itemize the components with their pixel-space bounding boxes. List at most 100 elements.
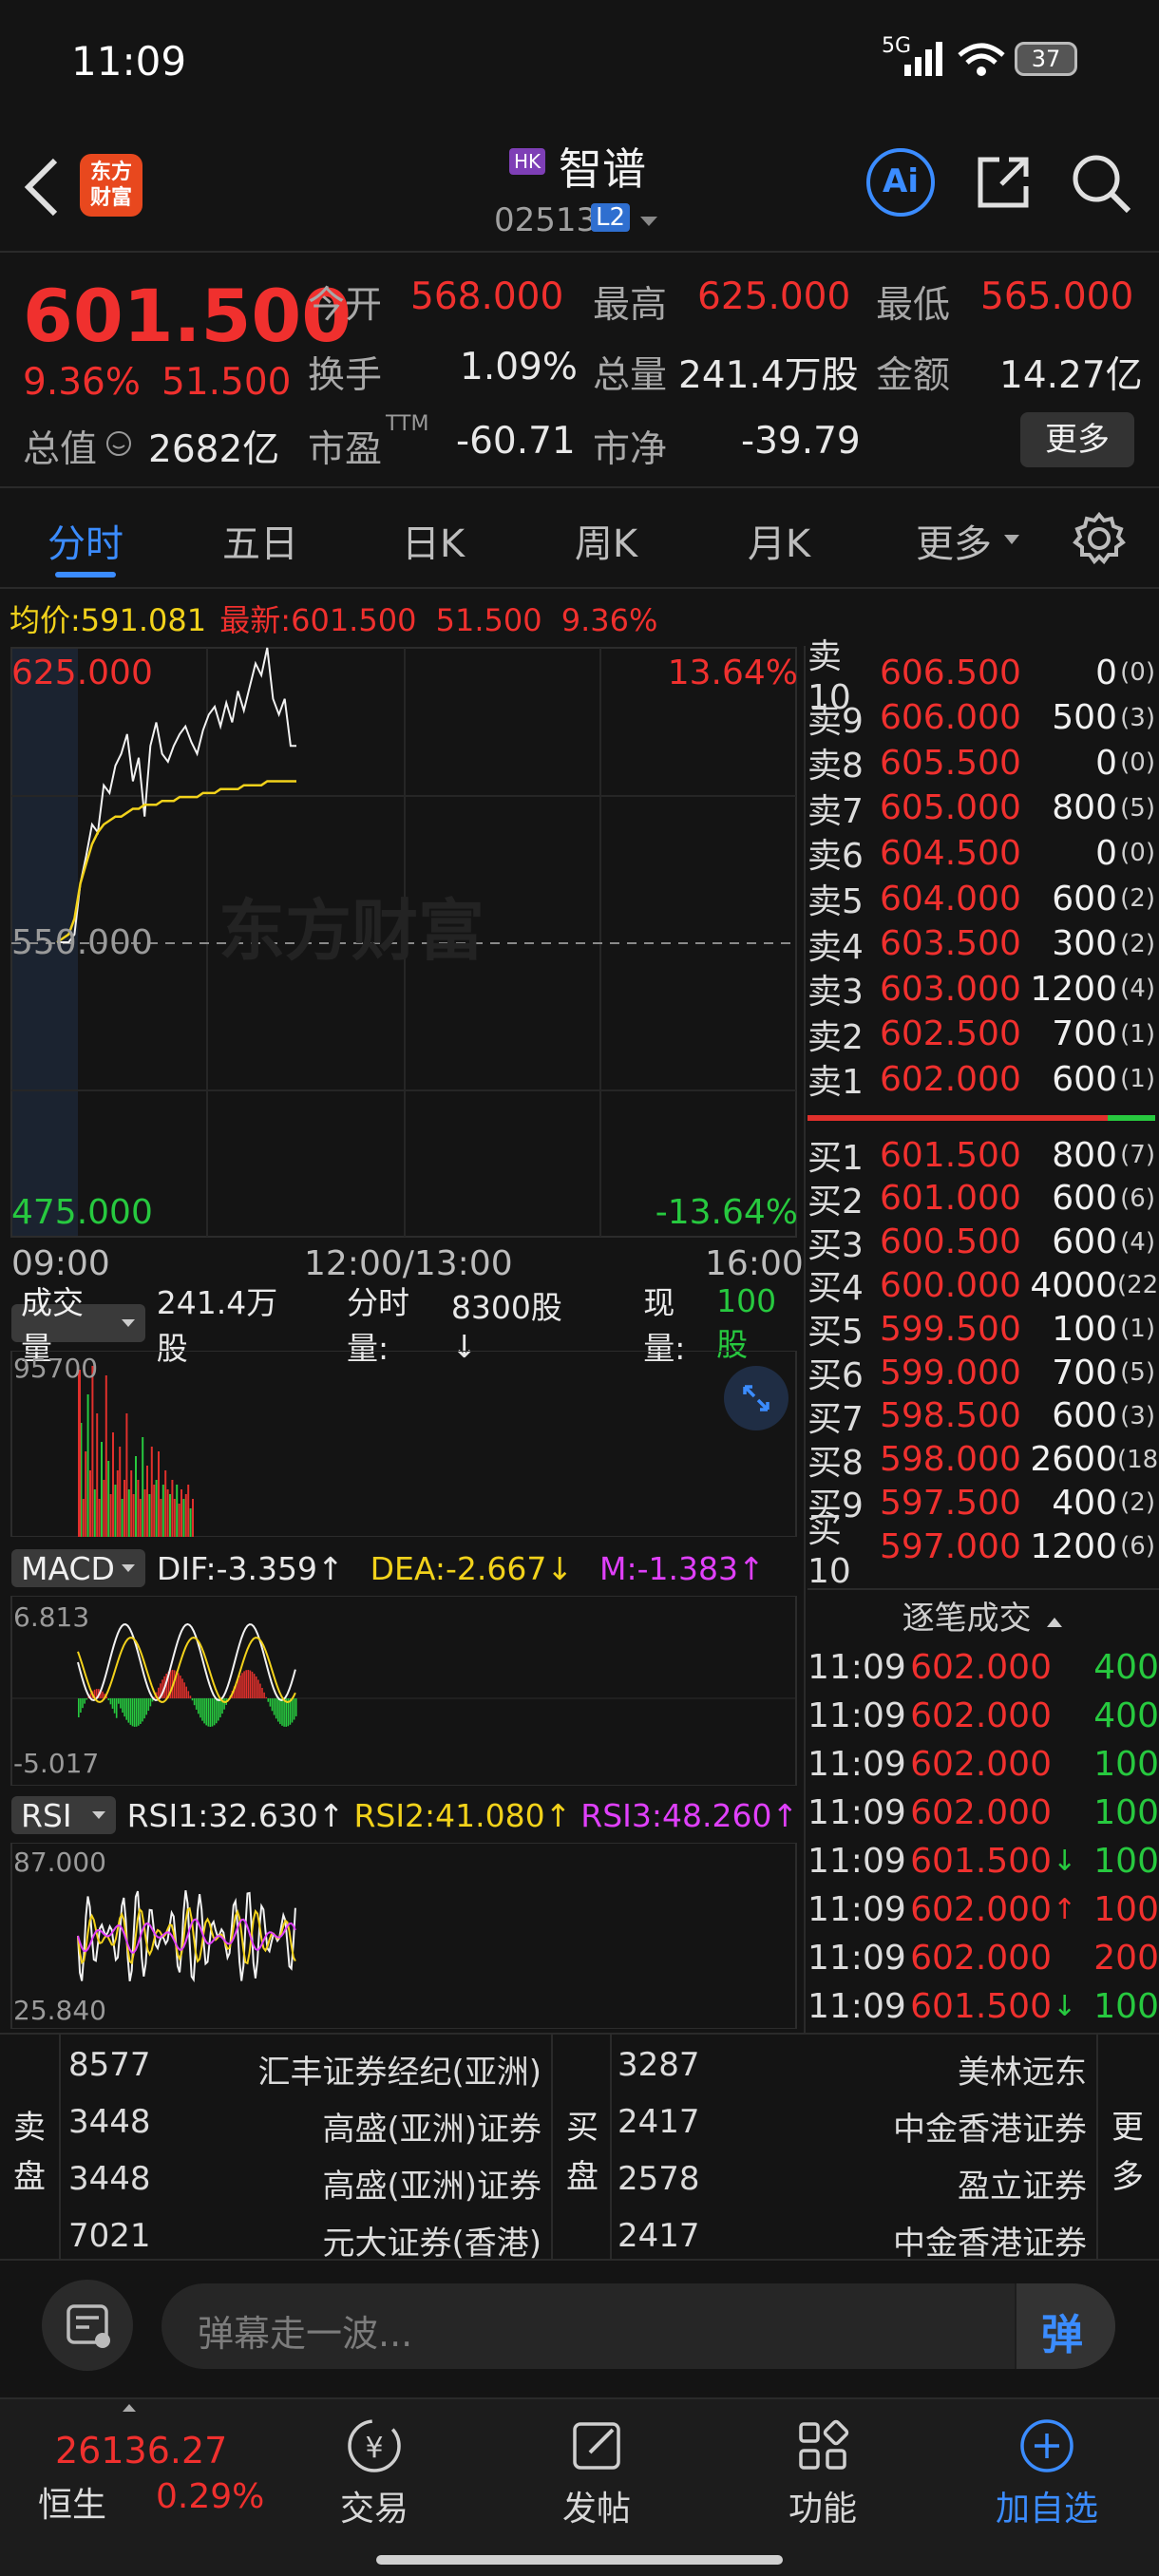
volume-bar: [107, 1461, 110, 1537]
macd-bar: [283, 1698, 285, 1727]
volume-dropdown[interactable]: 成交量: [11, 1284, 145, 1367]
nav-add-watchlist[interactable]: 加自选: [980, 2415, 1113, 2538]
macd-dropdown-label: MACD: [21, 1549, 115, 1587]
bid-price: 598.000: [880, 1440, 1021, 1480]
broker-code: 3287: [618, 2046, 700, 2084]
comment-input[interactable]: 弹幕走一波... 弹: [162, 2283, 1115, 2369]
danmu-toggle-button[interactable]: 弹: [1015, 2283, 1115, 2369]
battery-icon: 37: [1015, 42, 1077, 76]
broker-code: 2417: [618, 2217, 700, 2255]
trade-icon: ¥: [348, 2419, 401, 2472]
macd-dropdown[interactable]: MACD: [11, 1549, 145, 1587]
tab-5day[interactable]: 五日: [175, 513, 346, 568]
macd-bar: [219, 1698, 221, 1718]
macd-bar: [158, 1687, 160, 1698]
sort-up-icon: [1047, 1618, 1063, 1627]
macd-bar: [149, 1698, 152, 1707]
tab-weekly[interactable]: 周K: [521, 513, 692, 568]
ask-row: 卖6 604.500 0 (0): [808, 830, 1159, 877]
tab-monthly[interactable]: 月K: [694, 513, 864, 568]
turnover-label: 换手: [308, 354, 383, 397]
tick-volume: 400: [1093, 1696, 1159, 1735]
back-icon[interactable]: [21, 157, 63, 218]
nav-functions[interactable]: 功能: [766, 2415, 880, 2538]
rsi-dropdown[interactable]: RSI: [11, 1796, 116, 1834]
tick-time: 11:09: [808, 1696, 906, 1735]
bid-count: (4): [1120, 1227, 1155, 1257]
ask-pressure-bar: [808, 1115, 1108, 1121]
tick-price: 601.500: [910, 1987, 1052, 2026]
svg-text:¥: ¥: [365, 2432, 383, 2465]
ask-row: 卖9 606.000 500 (3): [808, 695, 1159, 741]
volume-bar: [150, 1447, 153, 1537]
tick-time: 11:09: [808, 1890, 906, 1929]
search-icon[interactable]: [1070, 152, 1132, 215]
bid-count: (6): [1120, 1532, 1155, 1562]
ask-price: 602.500: [880, 1014, 1021, 1054]
bid-count: (1): [1120, 1315, 1155, 1344]
macd-bar: [138, 1698, 140, 1726]
chevron-down-icon[interactable]: [638, 215, 659, 228]
macd-bar: [86, 1698, 87, 1700]
bid-pressure-bar: [1108, 1115, 1155, 1121]
broker-code: 7021: [68, 2217, 151, 2255]
chart-info-line: 均价:591.081 最新:601.500 51.500 9.36%: [10, 597, 657, 640]
macd-bar: [193, 1698, 196, 1706]
broker-name: 汇丰证券经纪(亚洲): [257, 2054, 542, 2092]
broker-queue: 卖 盘 买 盘 更 多 8577 汇丰证券经纪(亚洲) 3448 高盛(亚洲)证券 34…: [0, 2033, 1159, 2263]
share-icon[interactable]: [973, 152, 1034, 213]
bid-count: (22): [1117, 1271, 1159, 1300]
comment-settings-button[interactable]: [42, 2280, 133, 2371]
nav-trade[interactable]: ¥ 交易: [317, 2415, 431, 2538]
tab-intraday[interactable]: 分时: [0, 513, 171, 568]
volume-value: 241.4万股: [678, 354, 859, 397]
tick-list-header[interactable]: 逐笔成交: [808, 1592, 1159, 1639]
macd-bar: [131, 1698, 134, 1727]
bid-qty: 400: [1052, 1483, 1117, 1523]
ask-qty: 300: [1052, 924, 1117, 964]
bid-qty: 600: [1052, 1222, 1117, 1262]
macd-bar: [135, 1698, 138, 1727]
bid-qty: 800: [1052, 1135, 1117, 1175]
intraday-chart[interactable]: 东方财富 625.000 550.000 475.000 13.64% -13.…: [0, 646, 808, 1292]
level-badge[interactable]: L2: [591, 203, 631, 232]
more-quote-button[interactable]: 更多: [1020, 412, 1134, 467]
macd-bar: [185, 1686, 187, 1698]
macd-bar: [178, 1673, 180, 1698]
more-label-1: 更: [1112, 2109, 1144, 2147]
expand-button[interactable]: [724, 1366, 788, 1430]
nav-post[interactable]: 发帖: [540, 2415, 654, 2538]
index-ticker[interactable]: 26136.27 恒生 0.29%: [0, 2399, 285, 2532]
settings-gear-icon[interactable]: [1072, 511, 1127, 566]
bid-price: 598.500: [880, 1396, 1021, 1436]
bid-price: 601.500: [880, 1135, 1021, 1175]
order-level-label: 卖5: [808, 882, 864, 921]
add-circle-icon: [1020, 2419, 1074, 2472]
tick-volume: 100: [1093, 1890, 1159, 1929]
ask-count: (2): [1120, 884, 1155, 913]
more-label-2: 多: [1112, 2158, 1144, 2196]
bid-row: 买5 599.500 100 (1): [808, 1306, 1159, 1353]
macd-bar: [124, 1698, 125, 1717]
volume-bar: [169, 1494, 171, 1537]
tick-time: 11:09: [808, 1939, 906, 1978]
ask-price: 602.000: [880, 1059, 1021, 1099]
index-name: 恒生: [38, 2486, 107, 2525]
logo-text-2: 财富: [89, 186, 132, 210]
macd-bar: [247, 1670, 250, 1698]
broker-more-button[interactable]: 更 多: [1096, 2035, 1159, 2261]
macd-bar: [78, 1698, 80, 1717]
order-level-label: 买2: [808, 1182, 864, 1222]
ask-qty: 0: [1095, 653, 1117, 692]
smiley-icon[interactable]: [104, 429, 133, 458]
ai-assistant-button[interactable]: Ai: [866, 148, 935, 217]
tick-list-title: 逐笔成交: [902, 1600, 1032, 1638]
tab-daily[interactable]: 日K: [348, 513, 519, 568]
macd-bar: [84, 1698, 86, 1704]
tick-price: 602.000: [910, 1696, 1052, 1735]
rsi-indicator-bar: RSI RSI1:32.630↑ RSI2:41.080↑ RSI3:48.26…: [0, 1791, 808, 1839]
index-pct: 0.29%: [156, 2477, 265, 2516]
volume-bar: [104, 1375, 107, 1537]
tick-volume: 100: [1093, 1987, 1159, 2026]
pe-value: -60.71: [456, 420, 576, 463]
